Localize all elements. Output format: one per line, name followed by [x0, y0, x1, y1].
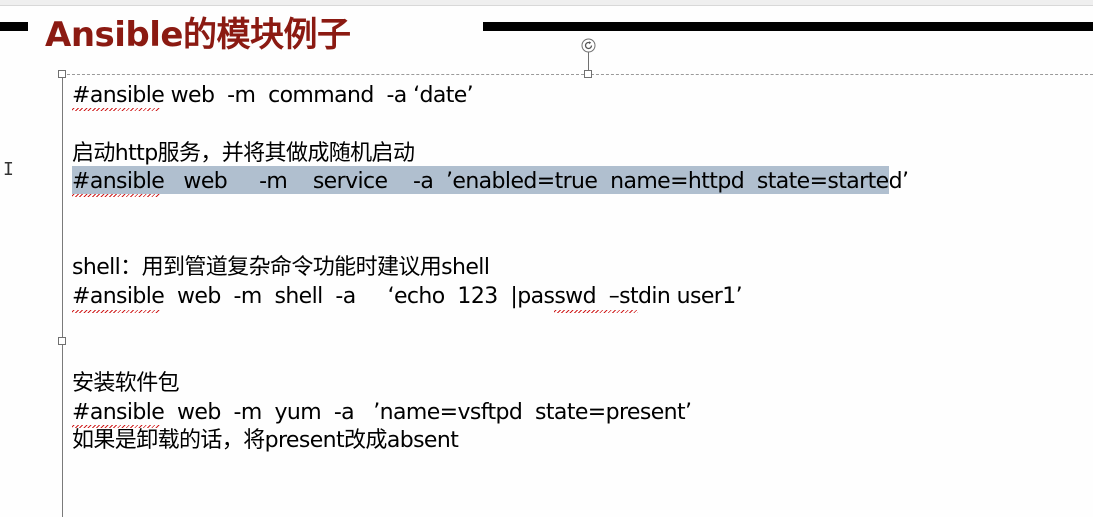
spellcheck-underline	[72, 194, 160, 197]
spellcheck-underline	[72, 425, 160, 428]
command-line-yum[interactable]: #ansible web -m yum -a ’name=vsftpd stat…	[72, 399, 692, 427]
slide-canvas: Ansible的模块例子 I #ansible web -m command -…	[0, 0, 1093, 517]
caption-http-service[interactable]: 启动http服务，并将其做成随机启动	[72, 140, 415, 168]
caption-shell-usage[interactable]: shell：用到管道复杂命令功能时建议用shell	[72, 254, 490, 282]
command-line-date[interactable]: #ansible web -m command -a ‘date’	[72, 82, 474, 110]
textbox-top-border	[62, 74, 1093, 75]
resize-handle-top-middle[interactable]	[584, 70, 592, 78]
spellcheck-underline	[72, 108, 160, 111]
spellcheck-underline	[554, 310, 638, 313]
resize-handle-top-left[interactable]	[58, 70, 66, 78]
command-line-shell[interactable]: #ansible web -m shell -a ‘echo 123 |pass…	[72, 283, 743, 311]
window-top-edge	[0, 0, 1093, 6]
text-cursor-icon: I	[3, 159, 14, 180]
spellcheck-underline	[72, 310, 160, 313]
rotate-handle-icon[interactable]	[581, 38, 596, 53]
title-bar-left-decoration	[0, 22, 28, 31]
title-bar-right-decoration	[483, 22, 1093, 31]
caption-uninstall-note[interactable]: 如果是卸载的话，将present改成absent	[72, 427, 459, 455]
resize-handle-middle-left[interactable]	[58, 337, 66, 345]
slide-title[interactable]: Ansible的模块例子	[45, 9, 351, 61]
caption-install-package[interactable]: 安装软件包	[72, 370, 180, 398]
textbox-left-border	[62, 74, 63, 517]
command-line-service[interactable]: #ansible web -m service -a ’enabled=true…	[72, 168, 909, 196]
rotate-handle-stem	[588, 52, 589, 70]
